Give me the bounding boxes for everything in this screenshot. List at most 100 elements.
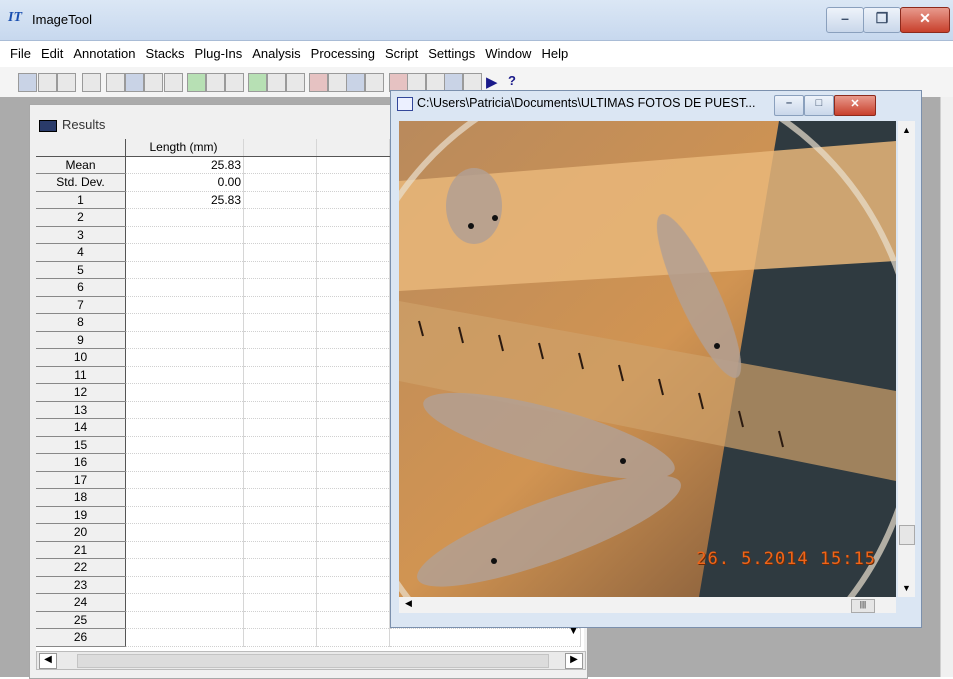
row-header[interactable]: 5: [36, 261, 126, 279]
empty-cell[interactable]: [243, 331, 317, 349]
empty-cell[interactable]: [243, 523, 317, 542]
empty-cell[interactable]: [316, 278, 390, 297]
length-cell[interactable]: [125, 593, 244, 612]
row-header[interactable]: Std. Dev.: [36, 173, 126, 192]
empty-cell[interactable]: [243, 278, 317, 297]
menu-analysis[interactable]: Analysis: [245, 41, 303, 61]
length-cell[interactable]: [125, 348, 244, 367]
length-cell[interactable]: [125, 383, 244, 402]
length-cell[interactable]: 25.83: [125, 156, 244, 174]
row-header[interactable]: 25: [36, 611, 126, 629]
cell-count-tool-icon[interactable]: [248, 73, 267, 92]
grid-tool-icon[interactable]: [286, 73, 305, 92]
empty-cell[interactable]: [316, 471, 390, 489]
empty-cell[interactable]: [243, 348, 317, 367]
empty-cell[interactable]: [243, 611, 317, 629]
empty-cell[interactable]: [243, 418, 317, 437]
length-cell[interactable]: [125, 541, 244, 559]
save-tool-icon[interactable]: [38, 73, 57, 92]
length-cell[interactable]: [125, 436, 244, 454]
empty-cell[interactable]: [243, 156, 317, 174]
empty-cell[interactable]: [316, 541, 390, 559]
row-header[interactable]: 10: [36, 348, 126, 367]
row-header[interactable]: 15: [36, 436, 126, 454]
menu-processing[interactable]: Processing: [304, 41, 378, 61]
run-script-icon[interactable]: ▶: [486, 73, 503, 91]
empty-cell[interactable]: [316, 366, 390, 384]
image-hscroll-thumb[interactable]: |||: [851, 599, 875, 613]
main-vertical-scrollbar[interactable]: [940, 97, 953, 677]
row-header[interactable]: 1: [36, 191, 126, 209]
length-cell[interactable]: [125, 296, 244, 314]
empty-cell[interactable]: [316, 313, 390, 332]
empty-cell[interactable]: [316, 348, 390, 367]
empty-cell[interactable]: [243, 453, 317, 472]
length-cell[interactable]: [125, 261, 244, 279]
restore-button[interactable]: ❐: [863, 7, 901, 33]
empty-cell[interactable]: [243, 366, 317, 384]
row-header[interactable]: 21: [36, 541, 126, 559]
empty-cell[interactable]: [243, 593, 317, 612]
empty-cell[interactable]: [316, 628, 390, 647]
length-cell[interactable]: [125, 331, 244, 349]
column-header-length[interactable]: Length (mm): [125, 139, 244, 157]
empty-cell[interactable]: [316, 453, 390, 472]
row-header[interactable]: 3: [36, 226, 126, 244]
empty-cell[interactable]: [316, 506, 390, 524]
zoom-in-tool-icon[interactable]: [346, 73, 365, 92]
empty-cell[interactable]: [316, 576, 390, 594]
empty-cell[interactable]: [316, 243, 390, 262]
image-horizontal-scrollbar[interactable]: ◀ |||: [399, 597, 896, 613]
help-icon[interactable]: ?: [508, 73, 525, 90]
image-close-button[interactable]: ✕: [834, 95, 876, 116]
empty-cell[interactable]: [243, 558, 317, 577]
empty-cell[interactable]: [243, 261, 317, 279]
close-button[interactable]: ✕: [900, 7, 950, 33]
image-maximize-button[interactable]: □: [804, 95, 834, 116]
row-header[interactable]: 24: [36, 593, 126, 612]
scroll-up-icon[interactable]: ▲: [902, 125, 911, 135]
length-cell[interactable]: [125, 313, 244, 332]
scroll-right-icon[interactable]: ▶: [565, 653, 583, 669]
print-tool-icon[interactable]: [57, 73, 76, 92]
empty-cell[interactable]: [316, 191, 390, 209]
row-header[interactable]: 17: [36, 471, 126, 489]
row-header[interactable]: 13: [36, 401, 126, 419]
length-cell[interactable]: [125, 278, 244, 297]
image-vertical-scrollbar[interactable]: ▲ ▼: [898, 121, 915, 597]
select-tool-icon[interactable]: [106, 73, 125, 92]
image-tool-icon[interactable]: [328, 73, 347, 92]
row-header[interactable]: 8: [36, 313, 126, 332]
length-cell[interactable]: [125, 243, 244, 262]
angle-tool-icon[interactable]: [225, 73, 244, 92]
empty-cell[interactable]: [243, 226, 317, 244]
polygon-tool-icon[interactable]: [206, 73, 225, 92]
empty-cell[interactable]: [243, 506, 317, 524]
scroll-left-icon[interactable]: ◀: [405, 598, 412, 609]
row-header[interactable]: 7: [36, 296, 126, 314]
length-cell[interactable]: [125, 366, 244, 384]
empty-cell[interactable]: [316, 296, 390, 314]
empty-cell[interactable]: [243, 313, 317, 332]
empty-cell[interactable]: [243, 383, 317, 402]
empty-cell[interactable]: [243, 208, 317, 227]
length-cell[interactable]: [125, 488, 244, 507]
empty-cell[interactable]: [389, 628, 581, 647]
scroll-thumb[interactable]: [77, 654, 549, 668]
menu-plug-ins[interactable]: Plug-Ins: [188, 41, 246, 61]
empty-cell[interactable]: [316, 488, 390, 507]
menu-window[interactable]: Window: [478, 41, 534, 61]
results-horizontal-scrollbar[interactable]: ◀ ▶: [36, 651, 586, 670]
length-cell[interactable]: [125, 208, 244, 227]
row-header[interactable]: 20: [36, 523, 126, 542]
minimize-button[interactable]: –: [826, 7, 864, 33]
empty-cell[interactable]: [316, 156, 390, 174]
length-cell[interactable]: [125, 418, 244, 437]
menu-script[interactable]: Script: [378, 41, 421, 61]
empty-cell[interactable]: [316, 593, 390, 612]
empty-cell[interactable]: [243, 541, 317, 559]
menu-settings[interactable]: Settings: [421, 41, 478, 61]
empty-cell[interactable]: [243, 576, 317, 594]
length-cell[interactable]: [125, 453, 244, 472]
empty-cell[interactable]: [316, 261, 390, 279]
